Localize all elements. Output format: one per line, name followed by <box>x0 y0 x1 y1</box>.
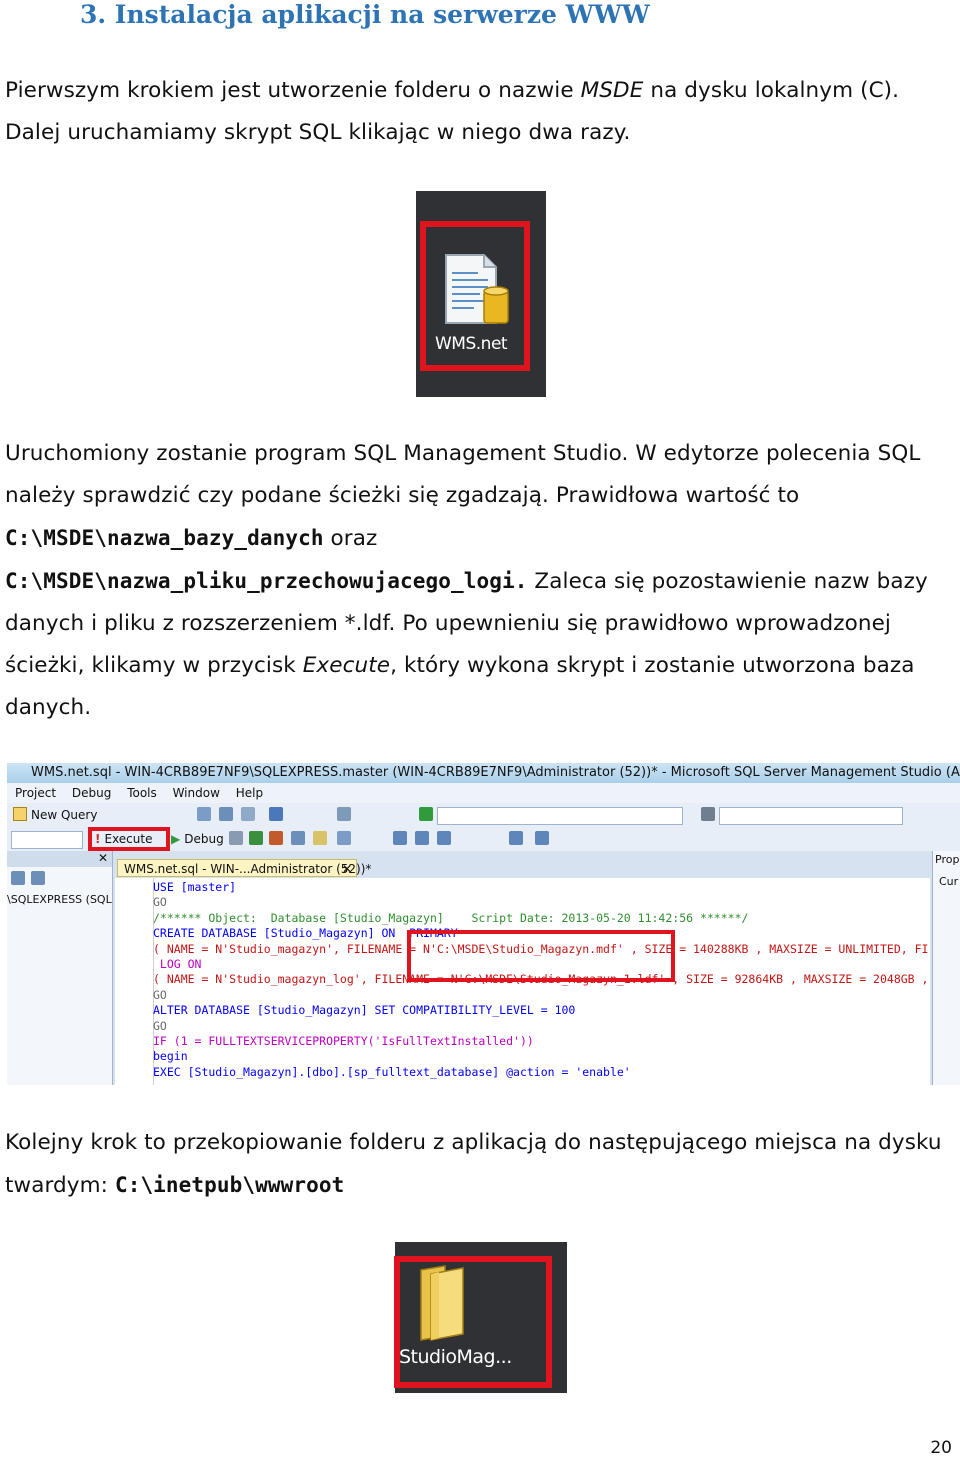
execute-button[interactable]: ! Execute <box>95 827 152 851</box>
paragraph-instructions: Uruchomiony zostanie program SQL Managem… <box>5 433 950 729</box>
tab-label: WMS.net.sql - WIN-...Administrator (52))… <box>124 862 372 876</box>
menu-debug[interactable]: Debug <box>72 786 111 800</box>
highlight-box <box>407 930 675 982</box>
cut-icon[interactable] <box>219 807 233 821</box>
code-line: GO <box>153 1018 167 1033</box>
object-explorer: ✕ \SQLEXPRESS (SQL S <box>7 851 122 1085</box>
menu-tools[interactable]: Tools <box>127 786 157 800</box>
paragraph-intro: Pierwszym krokiem jest utworzenie folder… <box>5 70 950 154</box>
code-line: /****** Object: Database [Studio_Magazyn… <box>153 910 749 925</box>
execute-reference: Execute <box>302 653 391 678</box>
play-icon: ▶ <box>171 832 181 846</box>
section-heading: 3. Instalacja aplikacji na serwerze WWW <box>80 0 650 29</box>
server-node[interactable]: \SQLEXPRESS (SQL S <box>7 893 122 906</box>
ssms-screenshot: WMS.net.sql - WIN-4CRB89E7NF9\SQLEXPRESS… <box>7 763 960 1085</box>
text: Pierwszym krokiem jest utworzenie folder… <box>5 78 581 103</box>
explorer-header: ✕ <box>7 851 112 867</box>
window-title: WMS.net.sql - WIN-4CRB89E7NF9\SQLEXPRESS… <box>7 763 960 783</box>
properties-item: Cur <box>939 875 959 888</box>
tab-wms-net-sql[interactable]: WMS.net.sql - WIN-...Administrator (52))… <box>117 859 371 878</box>
results-to-grid-icon[interactable] <box>337 831 351 845</box>
properties-pane: Prop Cur <box>932 851 960 1085</box>
start-icon[interactable] <box>419 807 433 821</box>
indent-icon[interactable] <box>437 831 451 845</box>
results-to-text-icon[interactable] <box>313 831 327 845</box>
database-dropdown[interactable] <box>11 831 83 849</box>
code-line: GO <box>153 987 167 1002</box>
copy-icon[interactable] <box>241 807 255 821</box>
uncomment-icon[interactable] <box>415 831 429 845</box>
menu-project[interactable]: Project <box>15 786 56 800</box>
file-label: WMS.net <box>435 334 508 354</box>
properties-title: Prop <box>935 853 960 866</box>
workspace: ✕ \SQLEXPRESS (SQL S WMS.net.sql - WIN-.… <box>7 851 960 1085</box>
debug-label: Debug <box>184 832 224 846</box>
standard-toolbar: New Query <box>7 803 960 828</box>
open-icon[interactable] <box>197 807 211 821</box>
code-line: GO <box>153 895 167 910</box>
menu-window[interactable]: Window <box>173 786 220 800</box>
code-line: IF (1 = FULLTEXTSERVICEPROPERTY('IsFullT… <box>153 1034 534 1049</box>
editor-gutter <box>115 878 154 1085</box>
execute-label: Execute <box>104 832 153 846</box>
page-number: 20 <box>930 1438 952 1458</box>
outdent-icon[interactable] <box>509 831 523 845</box>
execute-icon: ! <box>95 832 101 846</box>
folder-tile[interactable]: StudioMag... <box>394 1242 567 1393</box>
specify-values-icon[interactable] <box>535 831 549 845</box>
comment-icon[interactable] <box>393 831 407 845</box>
code-line: USE [master] <box>153 880 237 894</box>
close-icon[interactable]: ✕ <box>98 851 108 865</box>
refresh-icon[interactable] <box>31 871 45 885</box>
folder-icon <box>420 1265 464 1341</box>
solution-config-dropdown[interactable] <box>437 807 683 825</box>
folder-label: StudioMag... <box>399 1346 512 1368</box>
code-line: ALTER DATABASE [Studio_Magazyn] SET COMP… <box>153 1003 576 1018</box>
connect-icon[interactable] <box>11 871 25 885</box>
destination-path: C:\inetpub\wwwroot <box>114 1173 345 1197</box>
undo-icon[interactable] <box>269 807 283 821</box>
log-path: C:\MSDE\nazwa_pliku_przechowujacego_logi… <box>5 569 528 593</box>
sql-editor[interactable]: USE [master] GO/****** Object: Database [… <box>115 878 930 1085</box>
new-query-button[interactable]: New Query <box>13 803 97 827</box>
navigate-icon[interactable] <box>337 807 351 821</box>
code-line: EXEC [Studio_Magazyn].[dbo].[sp_fulltext… <box>153 1064 631 1079</box>
stop-icon[interactable] <box>229 831 243 845</box>
sql-file-tile[interactable]: WMS.net <box>416 191 546 397</box>
sql-script-file-icon <box>445 254 509 324</box>
parse-icon[interactable] <box>249 831 263 845</box>
new-query-label: New Query <box>31 808 98 822</box>
search-dropdown[interactable] <box>719 807 903 825</box>
text: Uruchomiony zostanie program SQL Managem… <box>5 441 921 508</box>
sql-editor-toolbar: ! Execute ▶ Debug <box>7 827 960 852</box>
menu-bar: Project Debug Tools Window Help <box>7 783 960 803</box>
debug-button[interactable]: ▶ Debug <box>171 827 224 851</box>
code-line: begin <box>153 1049 188 1064</box>
find-icon[interactable] <box>701 807 715 821</box>
database-path: C:\MSDE\nazwa_bazy_danych <box>5 526 324 550</box>
folder-name: MSDE <box>580 78 644 103</box>
new-query-icon <box>13 807 27 821</box>
text: oraz <box>323 526 378 551</box>
close-icon[interactable]: ✕ <box>342 860 352 878</box>
paragraph-copy-folder: Kolejny krok to przekopiowanie folderu z… <box>5 1122 950 1207</box>
display-plan-icon[interactable] <box>269 831 283 845</box>
menu-help[interactable]: Help <box>236 786 263 800</box>
query-options-icon[interactable] <box>291 831 305 845</box>
